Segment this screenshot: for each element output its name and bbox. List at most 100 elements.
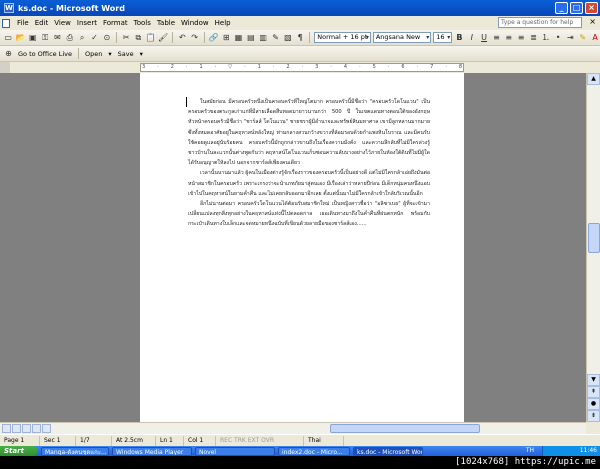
document-map-icon[interactable]: ▧ bbox=[283, 32, 293, 43]
status-page: Page 1 bbox=[0, 435, 40, 446]
status-language: Thai bbox=[304, 435, 344, 446]
print-icon[interactable]: ⎙ bbox=[65, 32, 75, 43]
menu-help[interactable]: Help bbox=[212, 19, 234, 27]
menu-tools[interactable]: Tools bbox=[131, 19, 154, 27]
justify-icon[interactable]: ≣ bbox=[528, 32, 538, 43]
scroll-down-icon[interactable]: ▼ bbox=[587, 374, 600, 386]
tab-selector[interactable] bbox=[0, 62, 10, 73]
horizontal-scroll-thumb[interactable] bbox=[330, 424, 480, 433]
vertical-scrollbar[interactable]: ▲ ▼ ⇞ ● ⇟ bbox=[586, 73, 600, 422]
underline-button[interactable]: U bbox=[479, 32, 489, 43]
paste-icon[interactable]: 📋 bbox=[146, 32, 156, 43]
highlight-icon[interactable]: ✎ bbox=[578, 32, 588, 43]
show-hide-icon[interactable]: ¶ bbox=[295, 32, 305, 43]
excel-icon[interactable]: ▤ bbox=[246, 32, 256, 43]
open-chevron-icon[interactable]: ▾ bbox=[106, 50, 113, 58]
permission-icon[interactable]: ⚿ bbox=[40, 32, 50, 43]
insert-table-icon[interactable]: ▦ bbox=[233, 32, 243, 43]
status-line: Ln 1 bbox=[156, 435, 184, 446]
document-close-icon[interactable]: × bbox=[589, 17, 596, 26]
drawing-icon[interactable]: ✎ bbox=[270, 32, 280, 43]
task-ks-doc[interactable]: ks.doc - Microsoft Word bbox=[353, 446, 423, 456]
menu-file[interactable]: File bbox=[14, 19, 32, 27]
horizontal-ruler[interactable]: 3 · 2 · 1 · ▽ · 1 · 2 · 3 · 4 · 5 · 6 · … bbox=[0, 62, 600, 73]
status-section: Sec 1 bbox=[40, 435, 76, 446]
task-novel[interactable]: Novel bbox=[195, 446, 275, 456]
menu-view[interactable]: View bbox=[51, 19, 74, 27]
redo-icon[interactable]: ↷ bbox=[189, 32, 199, 43]
window-title: ks.doc - Microsoft Word bbox=[18, 3, 125, 13]
align-center-icon[interactable]: ≡ bbox=[504, 32, 514, 43]
toolbar-separator bbox=[77, 48, 79, 59]
document-icon[interactable] bbox=[2, 18, 10, 28]
document-body[interactable]: ในสมัยก่อน มีครอบครัวหนึ่งเป็นครอบครัวที… bbox=[188, 97, 430, 230]
document-page[interactable]: ในสมัยก่อน มีครอบครัวหนึ่งเป็นครอบครัวที… bbox=[140, 73, 464, 422]
email-icon[interactable]: ✉ bbox=[52, 32, 62, 43]
reading-layout-view-icon[interactable] bbox=[32, 424, 41, 433]
bold-button[interactable]: B bbox=[454, 32, 464, 43]
paragraph[interactable]: ในสมัยก่อน มีครอบครัวหนึ่งเป็นครอบครัวที… bbox=[188, 97, 430, 168]
align-right-icon[interactable]: ≡ bbox=[516, 32, 526, 43]
task-manga[interactable]: Manga-ดังคนชุดแกะ... bbox=[41, 446, 109, 456]
open-icon[interactable]: 📂 bbox=[15, 32, 26, 43]
new-icon[interactable]: ▭ bbox=[3, 32, 13, 43]
paragraph[interactable]: อีกไม่นานต่อมา ครอบครัวโดโนแวนได้ต้อนรับ… bbox=[188, 199, 430, 230]
task-media-player[interactable]: Windows Media Player bbox=[112, 446, 192, 456]
save-icon[interactable]: ▣ bbox=[28, 32, 38, 43]
tables-icon[interactable]: ⊞ bbox=[221, 32, 231, 43]
start-button[interactable]: Start bbox=[0, 446, 38, 456]
numbering-icon[interactable]: ⒈ bbox=[541, 32, 551, 43]
font-size-combo[interactable]: 16 bbox=[433, 32, 453, 43]
office-live-icon[interactable]: ⊕ bbox=[3, 48, 14, 59]
clock[interactable]: 11:46 bbox=[580, 447, 597, 454]
maximize-button[interactable]: □ bbox=[570, 2, 583, 14]
menu-format[interactable]: Format bbox=[100, 19, 131, 27]
language-indicator[interactable]: TH bbox=[526, 446, 534, 456]
menu-table[interactable]: Table bbox=[154, 19, 178, 27]
style-combo[interactable]: Normal + 16 pt bbox=[314, 32, 371, 43]
online-toolbar: ⊕ Go to Office Live Open ▾ Save ▾ bbox=[0, 46, 600, 62]
office-live-link[interactable]: Go to Office Live bbox=[16, 50, 74, 58]
indent-icon[interactable]: ⇥ bbox=[565, 32, 575, 43]
minimize-button[interactable]: _ bbox=[555, 2, 568, 14]
previous-page-icon[interactable]: ⇞ bbox=[587, 386, 600, 398]
menu-window[interactable]: Window bbox=[178, 19, 212, 27]
menu-insert[interactable]: Insert bbox=[74, 19, 100, 27]
print-preview-icon[interactable]: ⌕ bbox=[77, 32, 87, 43]
paragraph[interactable]: เวลานั้นนานมาแล้ว ผู้คนในเมืองต่างรู้จัก… bbox=[188, 168, 430, 199]
font-combo[interactable]: Angsana New bbox=[372, 32, 432, 43]
vertical-scroll-thumb[interactable] bbox=[588, 223, 600, 253]
select-browse-object-icon[interactable]: ● bbox=[587, 398, 600, 410]
open-dropdown[interactable]: Open bbox=[83, 50, 104, 58]
cut-icon[interactable]: ✂ bbox=[121, 32, 131, 43]
outline-view-icon[interactable] bbox=[42, 424, 51, 433]
research-icon[interactable]: ⊙ bbox=[102, 32, 112, 43]
menu-edit[interactable]: Edit bbox=[32, 19, 52, 27]
print-layout-view-icon[interactable] bbox=[22, 424, 31, 433]
hyperlink-icon[interactable]: 🔗 bbox=[209, 32, 219, 43]
close-button[interactable]: × bbox=[585, 2, 598, 14]
status-modes[interactable]: REC TRK EXT OVR bbox=[216, 435, 304, 446]
copy-icon[interactable]: ⧉ bbox=[133, 32, 143, 43]
bullets-icon[interactable]: • bbox=[553, 32, 563, 43]
menu-bar: File Edit View Insert Format Tools Table… bbox=[0, 16, 600, 30]
horizontal-scrollbar[interactable] bbox=[0, 422, 586, 434]
save-dropdown[interactable]: Save bbox=[116, 50, 136, 58]
format-painter-icon[interactable]: 🖌 bbox=[158, 32, 168, 43]
columns-icon[interactable]: ▥ bbox=[258, 32, 268, 43]
italic-button[interactable]: I bbox=[467, 32, 477, 43]
spelling-icon[interactable]: ✓ bbox=[89, 32, 99, 43]
font-color-icon[interactable]: A bbox=[590, 32, 600, 43]
web-layout-view-icon[interactable] bbox=[12, 424, 21, 433]
save-chevron-icon[interactable]: ▾ bbox=[138, 50, 145, 58]
normal-view-icon[interactable] bbox=[2, 424, 11, 433]
align-left-icon[interactable]: ≡ bbox=[491, 32, 501, 43]
status-page-count: 1/7 bbox=[76, 435, 112, 446]
next-page-icon[interactable]: ⇟ bbox=[587, 410, 600, 422]
title-bar: W ks.doc - Microsoft Word _ □ × bbox=[0, 0, 600, 16]
undo-icon[interactable]: ↶ bbox=[177, 32, 187, 43]
scroll-up-icon[interactable]: ▲ bbox=[587, 73, 600, 85]
help-search-input[interactable]: Type a question for help bbox=[498, 17, 582, 28]
task-index2[interactable]: index2.doc - Micro... bbox=[278, 446, 350, 456]
status-column: Col 1 bbox=[184, 435, 216, 446]
